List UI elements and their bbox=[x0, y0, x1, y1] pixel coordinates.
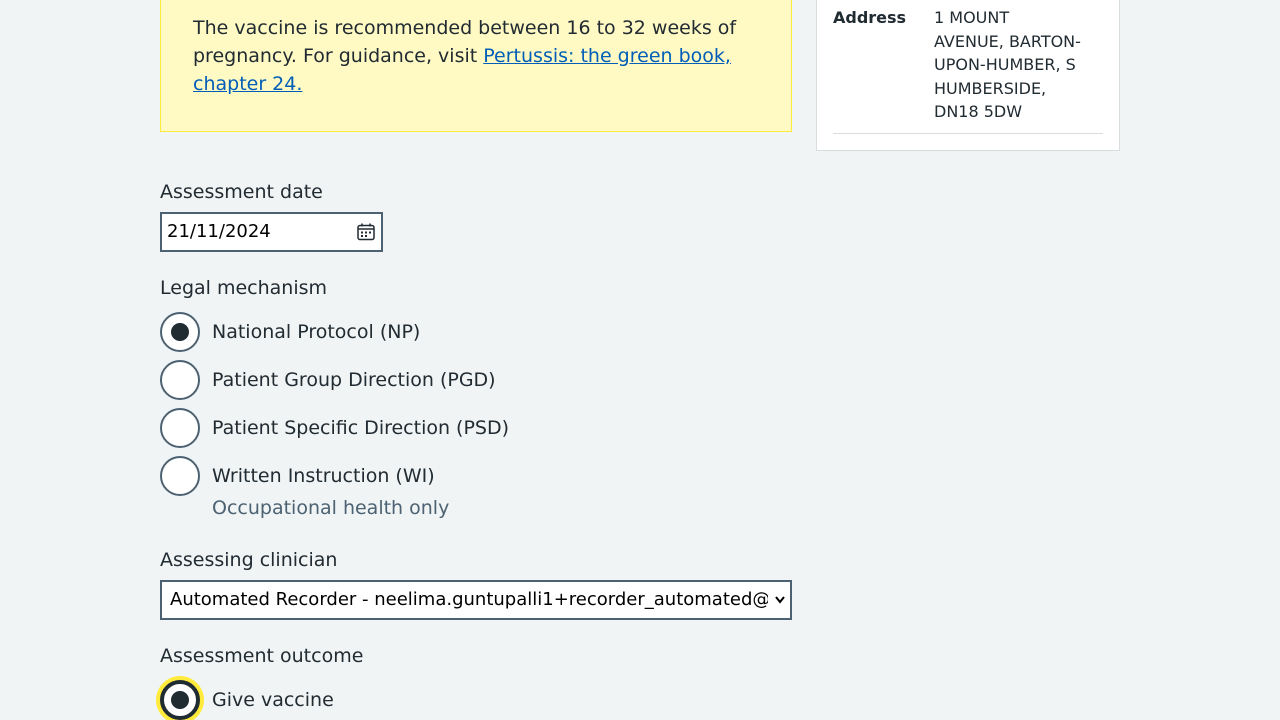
radio-button[interactable] bbox=[160, 456, 200, 496]
address-value: 1 MOUNT AVENUE, BARTON- UPON-HUMBER, S H… bbox=[934, 6, 1094, 124]
patient-summary-card: Address 1 MOUNT AVENUE, BARTON- UPON-HUM… bbox=[816, 0, 1120, 151]
radio-label[interactable]: National Protocol (NP) bbox=[212, 318, 420, 346]
address-line: DN18 5DW bbox=[934, 102, 1023, 121]
radio-label[interactable]: Written Instruction (WI) bbox=[212, 462, 435, 490]
radio-selected-dot bbox=[171, 691, 189, 709]
radio-label[interactable]: Patient Specific Direction (PSD) bbox=[212, 414, 509, 442]
legal-mechanism-label: Legal mechanism bbox=[160, 277, 328, 299]
address-line: AVENUE, BARTON- bbox=[934, 31, 1081, 51]
radio-button[interactable] bbox=[160, 360, 200, 400]
assessing-clinician-select[interactable]: Automated Recorder - neelima.guntupalli1… bbox=[160, 580, 792, 620]
assessing-clinician-value[interactable]: Automated Recorder - neelima.guntupalli1… bbox=[170, 589, 768, 611]
radio-button[interactable] bbox=[160, 408, 200, 448]
chevron-down-icon[interactable] bbox=[774, 593, 786, 607]
pregnancy-guidance-inset: The vaccine is recommended between 16 to… bbox=[160, 0, 792, 132]
address-key: Address bbox=[833, 8, 907, 27]
address-line: 1 MOUNT bbox=[934, 8, 1010, 27]
calendar-icon[interactable] bbox=[357, 223, 375, 241]
assessment-outcome-label: Assessment outcome bbox=[160, 645, 364, 667]
radio-label[interactable]: Give vaccine bbox=[212, 686, 334, 714]
assessment-date-label: Assessment date bbox=[160, 181, 323, 203]
written-instruction-hint: Occupational health only bbox=[212, 497, 450, 519]
assessment-date-value[interactable]: 21/11/2024 bbox=[167, 221, 271, 243]
radio-button[interactable] bbox=[160, 680, 200, 720]
address-line: UPON-HUMBER, S bbox=[934, 55, 1076, 74]
assessing-clinician-label: Assessing clinician bbox=[160, 549, 338, 571]
assessment-date-input[interactable]: 21/11/2024 bbox=[160, 212, 383, 252]
radio-button[interactable] bbox=[160, 312, 200, 352]
radio-label[interactable]: Patient Group Direction (PGD) bbox=[212, 366, 496, 394]
page: The vaccine is recommended between 16 to… bbox=[0, 0, 1280, 720]
radio-selected-dot bbox=[171, 323, 189, 341]
summary-divider bbox=[833, 133, 1103, 134]
address-line: HUMBERSIDE, bbox=[934, 78, 1047, 98]
